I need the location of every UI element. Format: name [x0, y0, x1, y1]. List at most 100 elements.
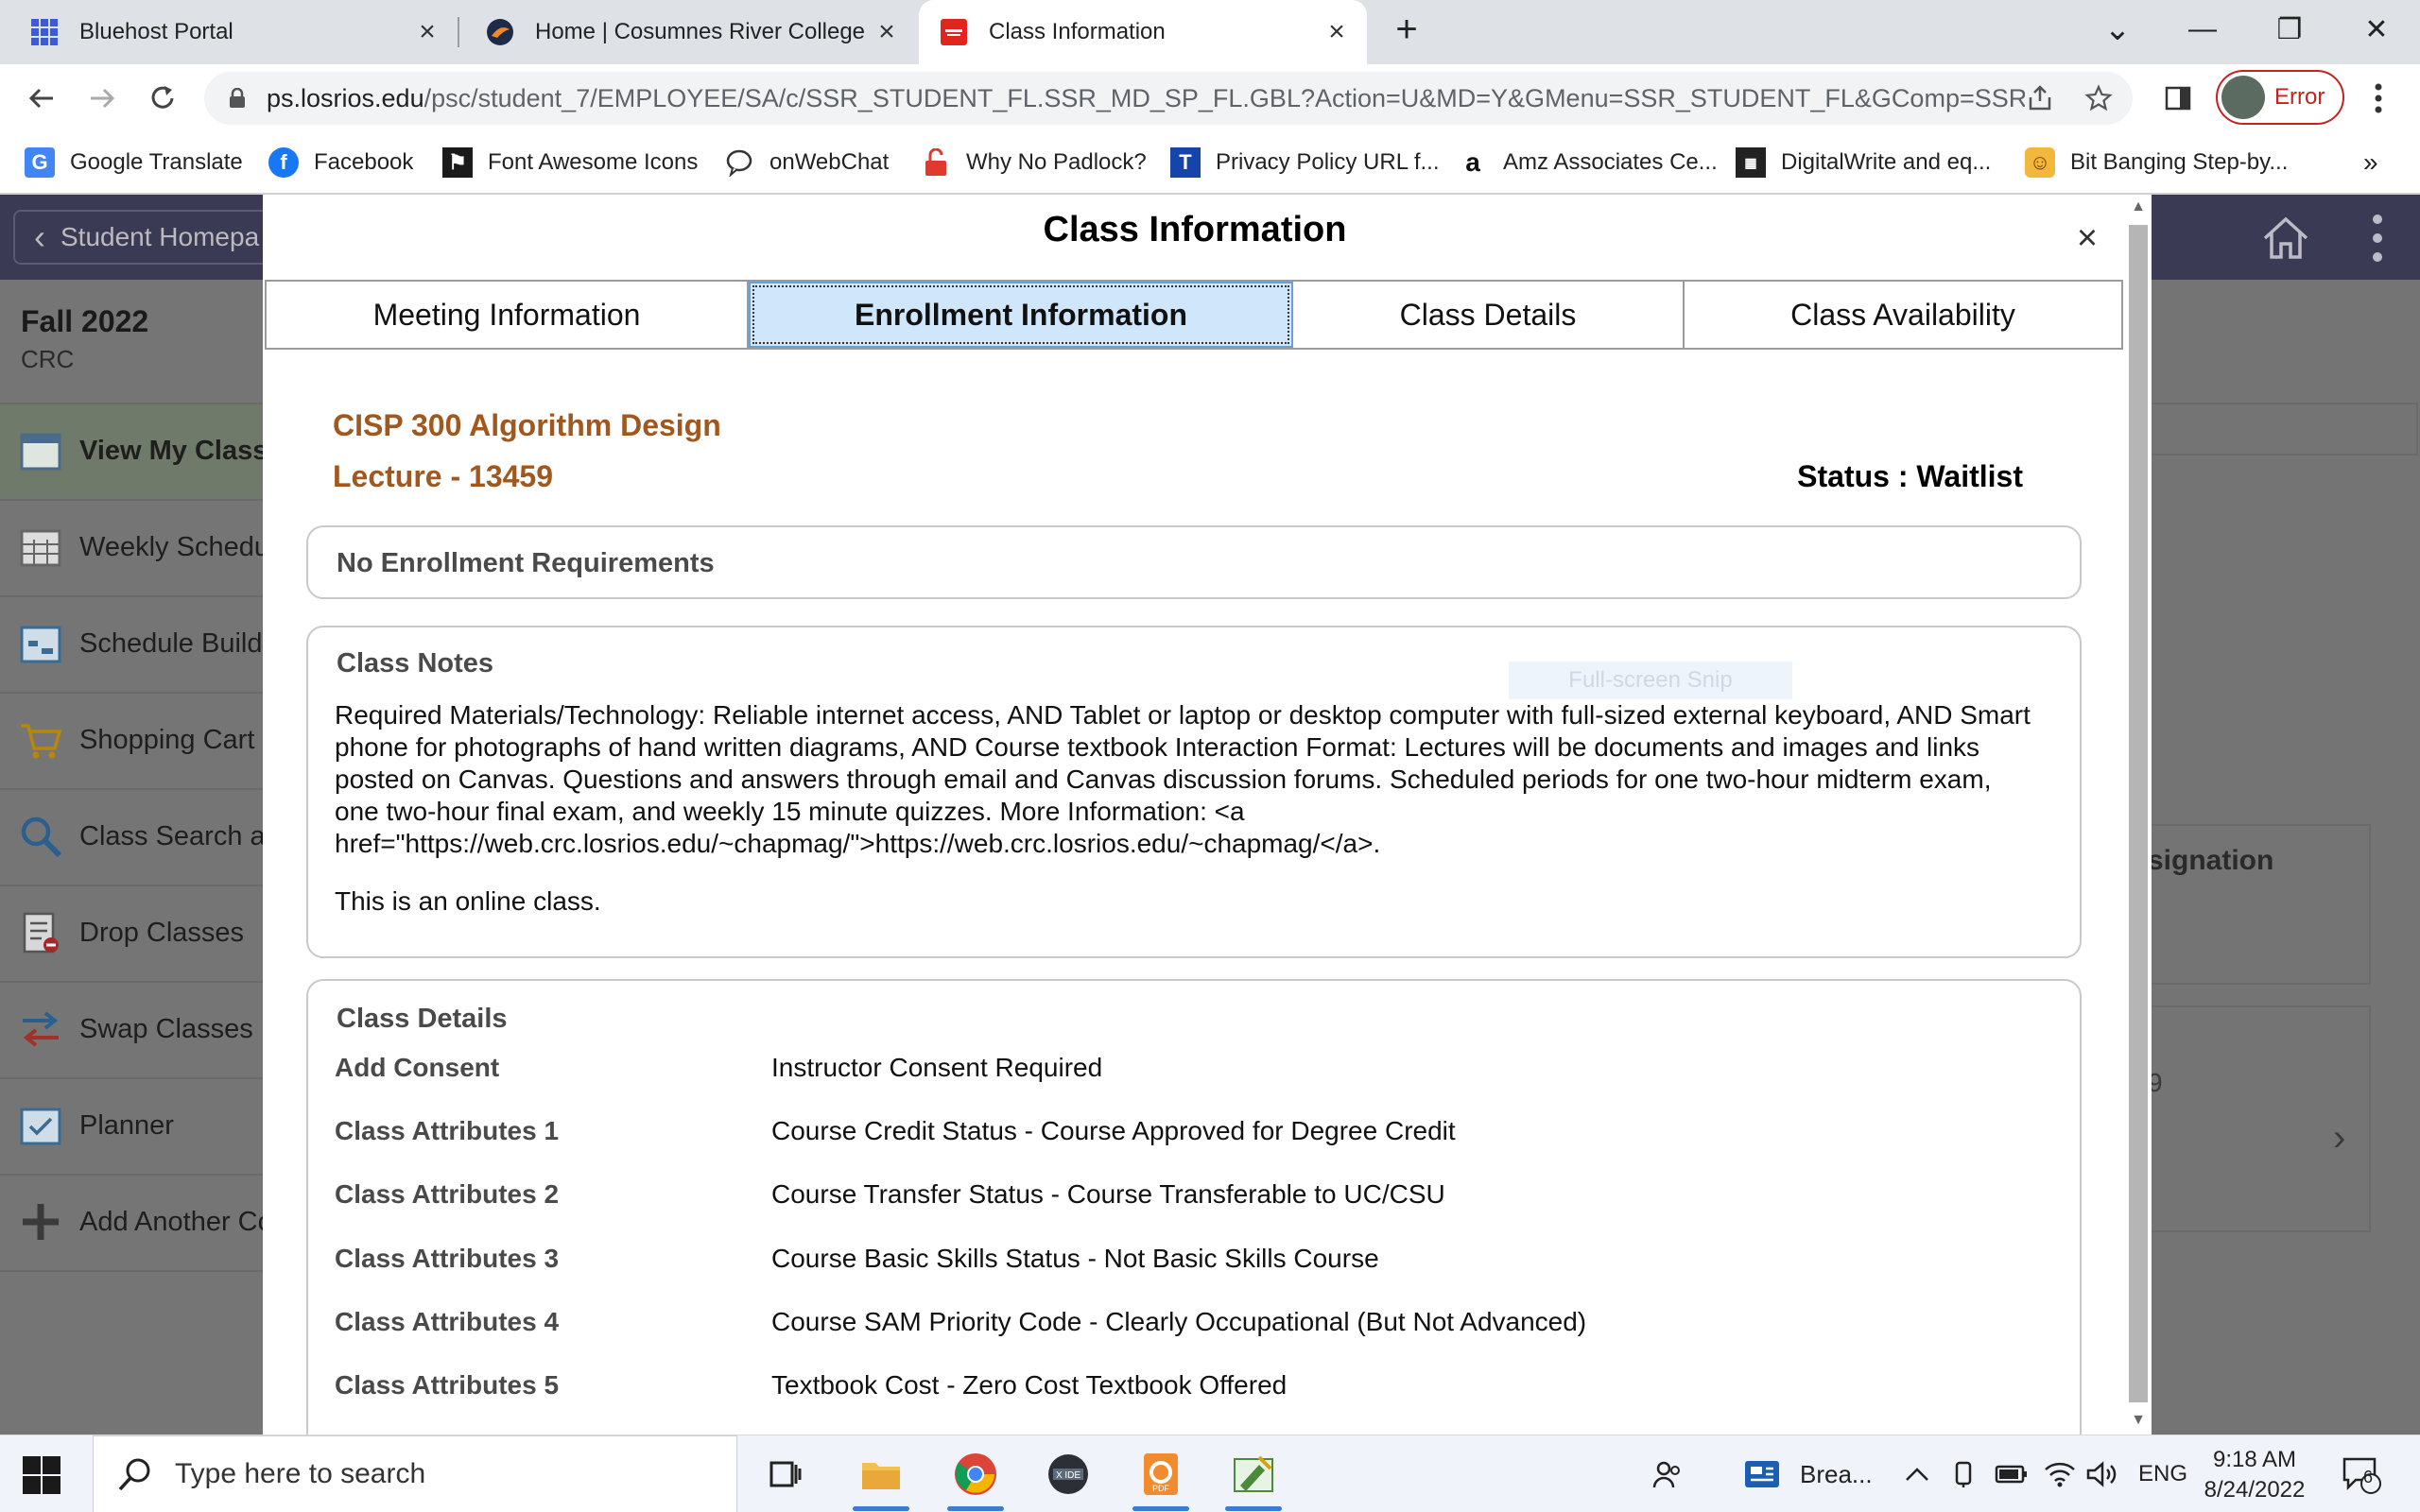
- back-label: Student Homepa: [60, 222, 260, 251]
- chevron-right-icon[interactable]: ›: [2333, 1117, 2345, 1160]
- sidebar-item-shopping-cart[interactable]: Shopping Cart: [0, 692, 267, 786]
- sidebar-item-label: Weekly Schedu: [79, 531, 267, 562]
- clock-date: 8/24/2022: [2204, 1477, 2306, 1503]
- bookmark-google-translate[interactable]: G Google Translate: [25, 132, 243, 193]
- detail-value: Course Basic Skills Status - Not Basic S…: [771, 1244, 1379, 1273]
- term-campus: CRC: [21, 345, 75, 373]
- sidebar-divider: [0, 1270, 267, 1272]
- minimize-button[interactable]: —: [2159, 0, 2246, 59]
- tab-close-button[interactable]: ×: [408, 16, 446, 48]
- bookmark-label: DigitalWrite and eq...: [1781, 149, 1992, 175]
- bookmark-amz-associates[interactable]: a Amz Associates Ce...: [1458, 132, 1718, 193]
- forward-arrow-icon[interactable]: [76, 72, 129, 125]
- battery-icon[interactable]: [1995, 1435, 2029, 1512]
- close-icon[interactable]: ×: [2068, 219, 2106, 257]
- tab-search-button[interactable]: ⌄: [2074, 0, 2161, 59]
- sidebar-item-schedule-builder[interactable]: Schedule Build: [0, 595, 267, 690]
- paint-app-icon[interactable]: [1212, 1435, 1295, 1512]
- bookmark-bit-banging[interactable]: ☺ Bit Banging Step-by...: [2025, 132, 2288, 193]
- tab-bluehost-portal[interactable]: Bluehost Portal ×: [0, 0, 458, 64]
- taskbar-clock[interactable]: 9:18 AM 8/24/2022: [2193, 1445, 2316, 1505]
- schedule-builder-icon: [20, 626, 61, 663]
- language-indicator[interactable]: ENG: [2138, 1435, 2187, 1512]
- share-icon[interactable]: [2023, 81, 2057, 115]
- bookmark-star-icon[interactable]: [2082, 81, 2116, 115]
- task-view-icon[interactable]: [743, 1435, 826, 1512]
- tab-enrollment-information[interactable]: Enrollment Information: [749, 282, 1293, 348]
- taskbar-search-box[interactable]: Type here to search: [93, 1435, 737, 1512]
- chrome-icon[interactable]: [934, 1435, 1017, 1512]
- avatar: [2221, 76, 2265, 119]
- wifi-icon[interactable]: [2044, 1435, 2076, 1512]
- meet-now-icon[interactable]: [1951, 1435, 1978, 1512]
- sidebar-item-view-my-classes[interactable]: View My Class: [0, 403, 267, 497]
- tab-close-button[interactable]: ×: [868, 16, 906, 48]
- pdf-app-icon[interactable]: PDF: [1119, 1435, 1202, 1512]
- profile-error-button[interactable]: Error: [2216, 70, 2344, 125]
- restore-button[interactable]: ❐: [2246, 0, 2333, 59]
- kebab-menu-icon[interactable]: [2360, 72, 2397, 125]
- sidebar-item-label: Drop Classes: [79, 917, 245, 948]
- detail-value: Textbook Cost - Zero Cost Textbook Offer…: [771, 1370, 1288, 1400]
- close-window-button[interactable]: ✕: [2333, 0, 2420, 59]
- scroll-up-arrow-icon[interactable]: ▲: [2129, 198, 2148, 217]
- enrollment-status: Status : Waitlist: [1797, 459, 2023, 493]
- class-notes-card: Class Notes Full-screen Snip Required Ma…: [306, 626, 2082, 958]
- windows-start-icon[interactable]: [19, 1452, 64, 1498]
- amazon-icon: a: [1465, 147, 1480, 177]
- url-host: ps.losrios.edu: [267, 83, 424, 112]
- tab-class-information[interactable]: Class Information ×: [919, 0, 1367, 64]
- sidebar-item-swap-classes[interactable]: Swap Classes: [0, 981, 267, 1075]
- class-details-card: Class Details Add Consent Instructor Con…: [306, 979, 2082, 1452]
- modal-scrollbar[interactable]: ▲ ▼: [2125, 195, 2152, 1435]
- url-bar[interactable]: ps.losrios.edu/psc/student_7/EMPLOYEE/SA…: [204, 72, 2133, 125]
- clock-time: 9:18 AM: [2212, 1447, 2297, 1472]
- sidebar-item-weekly-schedule[interactable]: Weekly Schedu: [0, 499, 267, 593]
- tab-class-details[interactable]: Class Details: [1293, 282, 1685, 348]
- tab-separator: [458, 17, 459, 47]
- sidebar-item-add-another-course[interactable]: Add Another Co: [0, 1174, 267, 1268]
- tab-cosumnes-river-college[interactable]: Home | Cosumnes River College ×: [461, 0, 917, 64]
- scrollbar-thumb[interactable]: [2129, 225, 2148, 1402]
- people-icon[interactable]: [1651, 1435, 1685, 1512]
- bookmark-privacy-policy[interactable]: T Privacy Policy URL f...: [1170, 132, 1440, 193]
- bookmark-facebook[interactable]: f Facebook: [268, 132, 413, 193]
- sidebar-item-drop-classes[interactable]: Drop Classes: [0, 885, 267, 979]
- bookmark-font-awesome[interactable]: ⚑ Font Awesome Icons: [442, 132, 698, 193]
- student-homepage-back-button[interactable]: ‹ Student Homepa: [13, 210, 297, 265]
- planner-icon: [20, 1108, 61, 1145]
- profile-error-label: Error: [2274, 84, 2325, 110]
- new-tab-button[interactable]: +: [1369, 0, 1444, 59]
- tab-class-availability[interactable]: Class Availability: [1685, 282, 2121, 348]
- back-arrow-icon[interactable]: [15, 72, 68, 125]
- background-content-right: signation 9 ›: [2146, 195, 2420, 1435]
- tab-close-button[interactable]: ×: [1318, 16, 1356, 48]
- browser-tab-strip: Bluehost Portal × Home | Cosumnes River …: [0, 0, 2420, 64]
- windows-taskbar: Type here to search X IDE PDF Brea... EN…: [0, 1435, 2420, 1512]
- bookmarks-overflow-button[interactable]: »: [2363, 132, 2378, 193]
- weekly-calendar-icon: [20, 529, 61, 567]
- plus-icon: [23, 1204, 59, 1240]
- bookmark-label: Bit Banging Step-by...: [2070, 149, 2289, 175]
- url-path: /psc/student_7/EMPLOYEE/SA/c/SSR_STUDENT…: [424, 83, 2025, 112]
- chevron-up-icon[interactable]: [1904, 1435, 1930, 1512]
- bookmark-why-no-padlock[interactable]: Why No Padlock?: [921, 132, 1147, 193]
- sidebar-item-planner[interactable]: Planner: [0, 1077, 267, 1172]
- college-icon: [486, 18, 514, 46]
- notification-center-button[interactable]: 6: [2341, 1435, 2382, 1512]
- volume-icon[interactable]: [2085, 1435, 2118, 1512]
- bookmark-onwebchat[interactable]: onWebChat: [724, 132, 889, 193]
- t-icon: T: [1170, 147, 1201, 178]
- bookmark-digitalwrite[interactable]: ▦ DigitalWrite and eq...: [1736, 132, 1991, 193]
- drop-list-icon: [23, 912, 59, 954]
- scroll-down-arrow-icon[interactable]: ▼: [2129, 1412, 2148, 1431]
- detail-label: Class Attributes 5: [335, 1370, 560, 1400]
- full-screen-snip-overlay: Full-screen Snip: [1509, 662, 1792, 699]
- tab-meeting-information[interactable]: Meeting Information: [267, 282, 749, 348]
- sidebar-item-class-search[interactable]: Class Search a: [0, 788, 267, 883]
- file-explorer-icon[interactable]: [839, 1435, 923, 1512]
- news-widget[interactable]: Brea...: [1743, 1435, 1873, 1512]
- side-panel-icon[interactable]: [2152, 72, 2204, 125]
- reload-icon[interactable]: [136, 72, 189, 125]
- mplab-xide-icon[interactable]: X IDE: [1027, 1435, 1110, 1512]
